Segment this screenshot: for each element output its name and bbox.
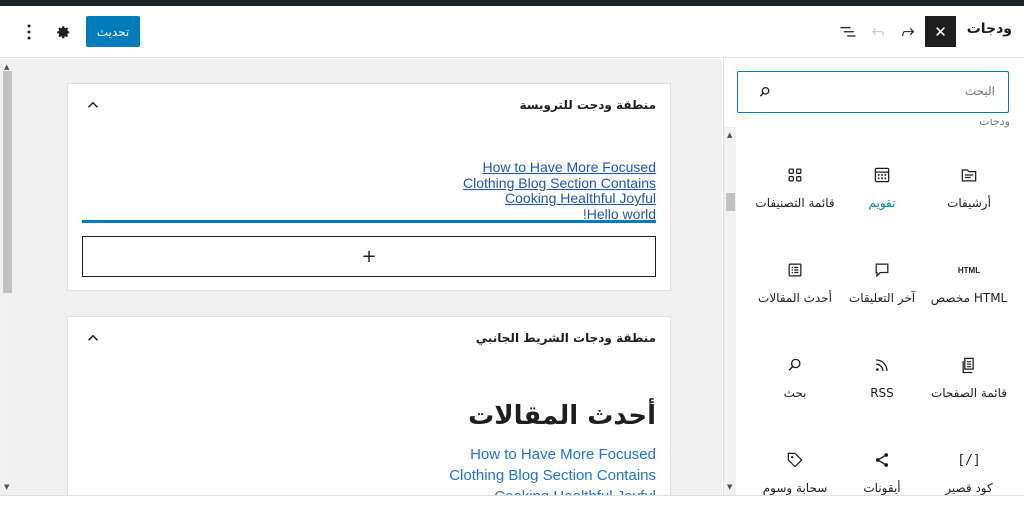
add-block-button[interactable]: + xyxy=(82,236,656,277)
undo-icon xyxy=(872,27,884,36)
block-rss[interactable]: RSS xyxy=(835,354,929,401)
editor-canvas: ▲ ▼ منطقة ودجت للترويسة How to Have More… xyxy=(0,59,722,495)
page-title: ودجات xyxy=(966,21,1012,37)
archive-icon xyxy=(961,169,977,182)
scrollbar-thumb[interactable] xyxy=(726,193,735,211)
post-link[interactable]: How to Have More Focused xyxy=(463,159,656,176)
post-link[interactable]: Clothing Blog Section Contains xyxy=(449,465,656,486)
scroll-down-icon[interactable]: ▼ xyxy=(4,483,9,491)
post-link[interactable]: How to Have More Focused xyxy=(449,444,656,465)
post-link[interactable]: Clothing Blog Section Contains xyxy=(463,175,656,192)
list-view-button[interactable] xyxy=(833,16,863,47)
more-vertical-icon xyxy=(27,24,31,39)
search-icon xyxy=(788,358,801,371)
widget-area-title: منطقة ودجت للترويسة xyxy=(519,98,656,112)
category-label: ودجات xyxy=(979,119,1010,128)
post-link[interactable]: Cooking Healthful Joyful xyxy=(449,486,656,495)
block-search[interactable]: بحث xyxy=(748,354,842,401)
block-tag-cloud[interactable]: سحابة وسوم xyxy=(748,449,842,495)
latest-posts-heading: أحدث المقالات xyxy=(468,401,656,431)
latest-posts-list: How to Have More Focused Clothing Blog S… xyxy=(463,159,656,222)
search-icon xyxy=(759,86,770,97)
options-button[interactable] xyxy=(14,16,44,47)
shortcode-icon: [/] xyxy=(957,452,981,468)
canvas-scrollbar[interactable]: ▲ ▼ xyxy=(0,59,14,495)
latest-posts-icon xyxy=(788,263,802,277)
chevron-up-icon[interactable] xyxy=(84,96,102,114)
latest-posts-list: How to Have More Focused Clothing Blog S… xyxy=(449,444,656,495)
undo-button[interactable] xyxy=(863,16,893,47)
editor-header: ودجات ✕ تحديث xyxy=(0,6,1024,58)
calendar-icon xyxy=(874,167,890,183)
block-latest-comments[interactable]: آخر التعليقات xyxy=(835,259,929,306)
search-input[interactable]: البحث xyxy=(965,84,995,98)
comment-icon xyxy=(875,263,889,278)
post-link[interactable]: Cooking Healthful Joyful xyxy=(463,190,656,207)
redo-icon xyxy=(902,27,915,36)
block-shortcode[interactable]: [/] كود قصير xyxy=(922,449,1016,496)
block-latest-posts[interactable]: أحدث المقالات xyxy=(748,259,842,306)
widget-area-sidebar: منطقة ودجات الشريط الجانبي أحدث المقالات… xyxy=(67,316,671,495)
scroll-down-icon[interactable]: ▼ xyxy=(727,483,732,491)
html-icon: HTML xyxy=(957,265,981,275)
update-button[interactable]: تحديث xyxy=(86,16,140,47)
inserter-scrollbar[interactable]: ▲ ▼ xyxy=(724,127,736,495)
block-calendar[interactable]: تقويم xyxy=(835,164,929,211)
pages-list-icon xyxy=(962,357,974,374)
widget-area-header: منطقة ودجت للترويسة How to Have More Foc… xyxy=(67,83,671,291)
scroll-up-icon[interactable]: ▲ xyxy=(727,131,732,139)
gear-icon xyxy=(57,25,70,38)
settings-button[interactable] xyxy=(48,16,78,47)
close-inserter-button[interactable]: ✕ xyxy=(925,16,956,47)
widget-area-title: منطقة ودجات الشريط الجانبي xyxy=(475,331,656,345)
block-inserter-panel: البحث ودجات ▲ ▼ أرشيفات تقويم قائمة التص… xyxy=(723,59,1024,495)
share-icon xyxy=(875,453,889,467)
list-view-icon xyxy=(840,26,856,37)
block-archives[interactable]: أرشيفات xyxy=(922,164,1016,211)
search-field[interactable]: البحث xyxy=(737,71,1009,113)
block-social-icons[interactable]: أيقونات xyxy=(835,449,929,495)
block-selection-indicator xyxy=(82,220,656,223)
scrollbar-thumb[interactable] xyxy=(3,71,12,293)
redo-button[interactable] xyxy=(893,16,923,47)
categories-icon xyxy=(788,168,802,182)
scroll-up-icon[interactable]: ▲ xyxy=(4,63,9,71)
tag-icon xyxy=(787,452,803,468)
block-page-list[interactable]: قائمة الصفحات xyxy=(922,354,1016,401)
chevron-up-icon[interactable] xyxy=(84,329,102,347)
block-custom-html[interactable]: HTML HTML مخصص xyxy=(922,259,1016,306)
editor-footer xyxy=(0,495,1024,510)
block-categories[interactable]: قائمة التصنيفات xyxy=(748,164,842,211)
rss-icon xyxy=(876,359,888,371)
